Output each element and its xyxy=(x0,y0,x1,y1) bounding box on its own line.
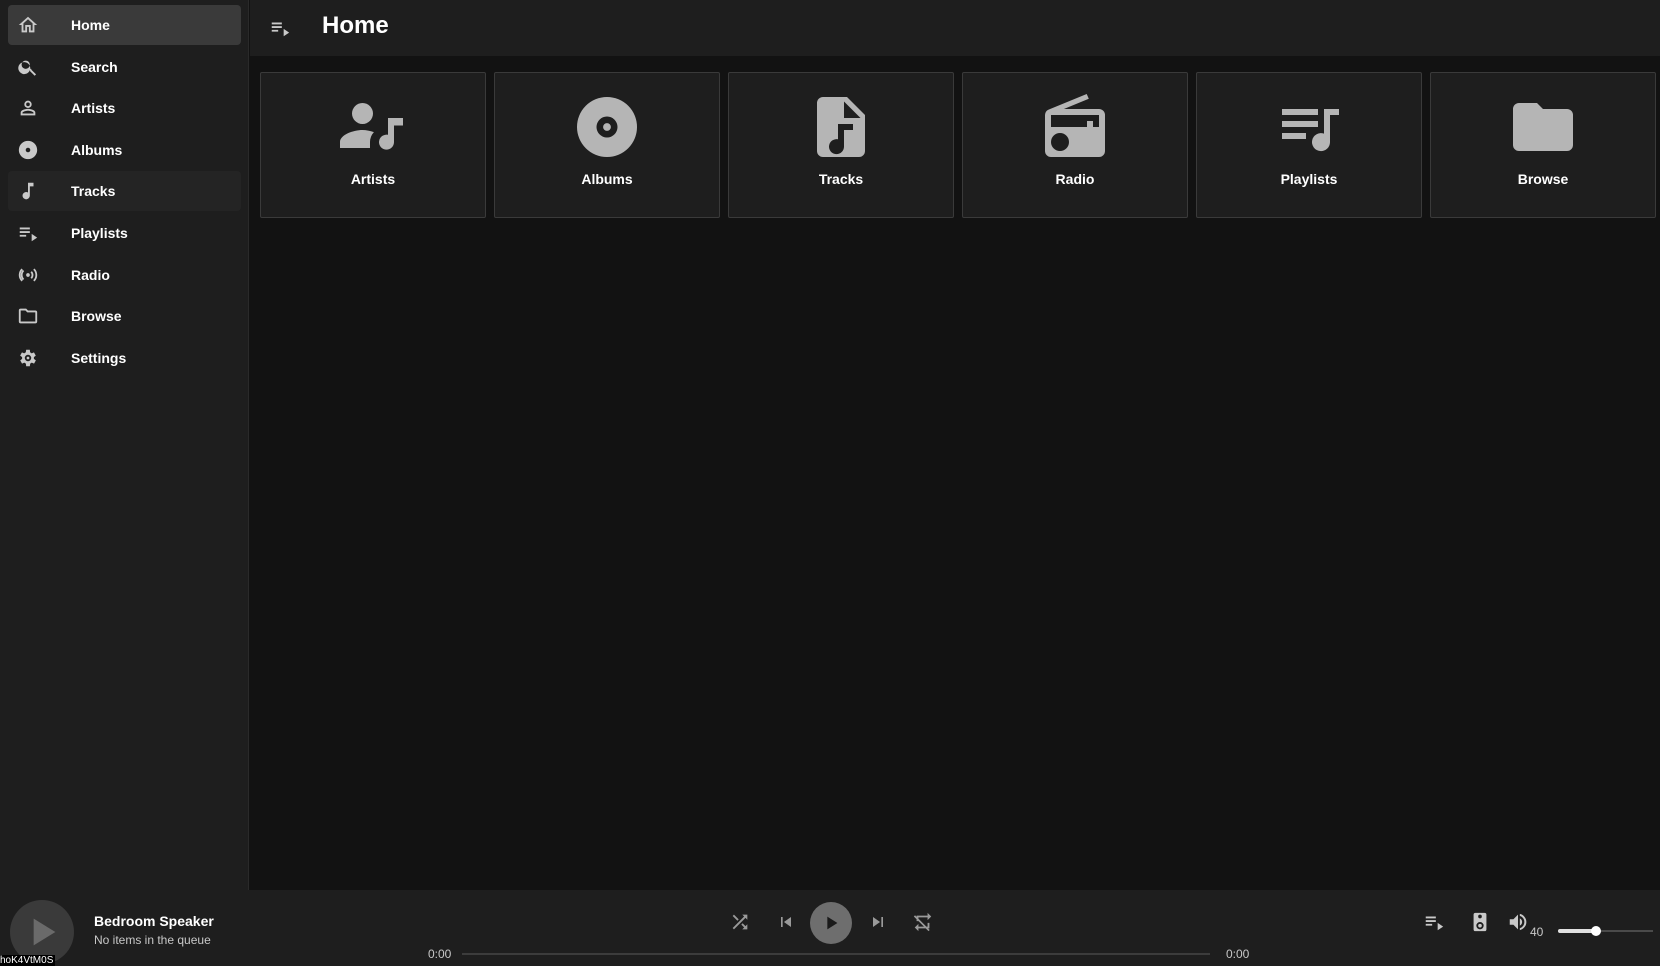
queue-button[interactable] xyxy=(1420,908,1448,936)
skip-next-icon xyxy=(873,917,883,927)
volume-value: 40 xyxy=(1530,925,1544,939)
playlist-icon xyxy=(8,213,48,253)
artist-music-icon xyxy=(261,91,485,163)
repeat-button[interactable] xyxy=(909,908,937,936)
skip-previous-icon xyxy=(781,917,791,927)
corner-text: hoK4VtM0S xyxy=(0,955,56,966)
tile-radio[interactable]: Radio xyxy=(962,72,1188,218)
tile-tracks[interactable]: Tracks xyxy=(728,72,954,218)
playlist-music-icon xyxy=(1197,91,1421,163)
music-note-icon xyxy=(8,171,48,211)
search-icon xyxy=(8,47,48,87)
tile-label: Radio xyxy=(1055,171,1095,187)
elapsed-time: 0:00 xyxy=(428,947,452,961)
sidebar-item-tracks[interactable]: Tracks xyxy=(8,171,241,211)
volume-handle[interactable] xyxy=(1591,926,1601,936)
sidebar-item-label: Albums xyxy=(71,142,123,158)
tile-playlists[interactable]: Playlists xyxy=(1196,72,1422,218)
sidebar-item-search[interactable]: Search xyxy=(8,47,241,87)
progress-bar[interactable] xyxy=(462,953,1210,955)
queue-list-icon xyxy=(1425,916,1444,931)
speaker-icon xyxy=(1473,912,1487,932)
speaker-button[interactable] xyxy=(1466,908,1494,936)
total-duration: 0:00 xyxy=(1226,947,1250,961)
volume-icon xyxy=(1509,913,1527,931)
folder-icon xyxy=(8,296,48,336)
sidebar: Home Search Artists Albums Tracks Playli… xyxy=(0,0,249,890)
play-button[interactable] xyxy=(810,902,852,944)
device-name: Bedroom Speaker xyxy=(94,913,214,929)
sidebar-item-label: Radio xyxy=(71,267,110,283)
player-bar: Bedroom Speaker No items in the queue 0:… xyxy=(0,890,1660,966)
home-tiles: Artists Albums Tracks Radio Playlists Br… xyxy=(260,72,1656,218)
top-bar: Home xyxy=(250,0,1660,56)
page-title: Home xyxy=(322,12,389,39)
sidebar-item-home[interactable]: Home xyxy=(8,5,241,45)
tile-label: Albums xyxy=(581,171,633,187)
sidebar-item-label: Search xyxy=(71,59,118,75)
radio-waves-icon xyxy=(8,255,48,295)
tile-albums[interactable]: Albums xyxy=(494,72,720,218)
queue-list-icon[interactable] xyxy=(266,14,294,42)
person-icon xyxy=(8,88,48,128)
album-icon xyxy=(8,130,48,170)
sidebar-item-label: Tracks xyxy=(71,183,116,199)
sidebar-item-radio[interactable]: Radio xyxy=(8,255,241,295)
tile-label: Tracks xyxy=(818,171,864,187)
sidebar-item-browse[interactable]: Browse xyxy=(8,296,241,336)
sidebar-item-label: Browse xyxy=(71,308,122,324)
shuffle-icon xyxy=(732,914,748,930)
sidebar-item-settings[interactable]: Settings xyxy=(8,338,241,378)
tile-artists[interactable]: Artists xyxy=(260,72,486,218)
sidebar-item-playlists[interactable]: Playlists xyxy=(8,213,241,253)
app-window: Home Search Artists Albums Tracks Playli… xyxy=(0,0,1660,966)
queue-status: No items in the queue xyxy=(94,933,211,947)
tile-label: Browse xyxy=(1517,171,1569,187)
shuffle-button[interactable] xyxy=(726,908,754,936)
volume-button[interactable] xyxy=(1504,908,1532,936)
play-icon xyxy=(827,916,838,930)
album-disc-icon xyxy=(495,91,719,163)
tile-browse[interactable]: Browse xyxy=(1430,72,1656,218)
play-icon xyxy=(33,918,56,946)
gear-icon xyxy=(8,338,48,378)
sidebar-item-label: Playlists xyxy=(71,225,128,241)
radio-icon xyxy=(963,91,1187,163)
repeat-off-icon xyxy=(913,912,932,932)
volume-slider[interactable] xyxy=(1558,926,1653,936)
tile-label: Playlists xyxy=(1280,171,1338,187)
tile-label: Artists xyxy=(350,171,396,187)
sidebar-item-albums[interactable]: Albums xyxy=(8,130,241,170)
home-icon xyxy=(8,5,48,45)
sidebar-item-label: Artists xyxy=(71,100,116,116)
sidebar-item-label: Settings xyxy=(71,350,127,366)
sidebar-item-label: Home xyxy=(71,17,110,33)
sidebar-item-artists[interactable]: Artists xyxy=(8,88,241,128)
previous-button[interactable] xyxy=(772,908,800,936)
folder-icon xyxy=(1431,91,1655,163)
music-file-icon xyxy=(729,91,953,163)
next-button[interactable] xyxy=(864,908,892,936)
